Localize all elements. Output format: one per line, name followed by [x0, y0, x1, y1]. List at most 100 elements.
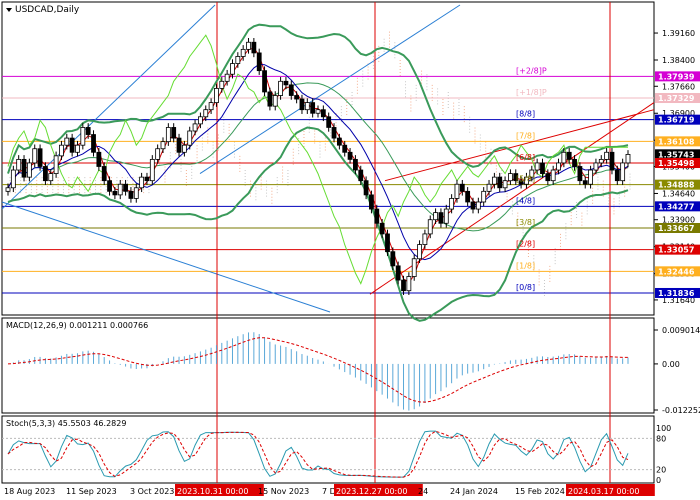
candle-body	[502, 180, 508, 189]
macd-panel	[1, 317, 655, 414]
price-badge-label: 1.34277	[658, 202, 694, 211]
candle-body	[336, 137, 342, 146]
candle-body	[288, 84, 294, 96]
candle-body	[449, 198, 455, 210]
candle-body	[272, 95, 278, 107]
candle-body	[374, 208, 380, 224]
candle-body	[390, 251, 396, 267]
candle-body	[358, 169, 364, 182]
candle-body	[21, 158, 27, 178]
candle-body	[37, 148, 43, 167]
candle-body	[80, 127, 86, 146]
candle-body	[331, 127, 337, 139]
candle-body	[176, 137, 182, 153]
candle-body	[32, 148, 38, 164]
time-tick-label: 15 Feb 2024	[515, 487, 565, 496]
candle-body	[299, 98, 305, 111]
stoch-tick-label: 20	[656, 466, 666, 475]
candle-body	[508, 173, 513, 182]
candle-body	[369, 194, 374, 210]
price-badge-label: 1.32446	[658, 267, 695, 276]
candle-body	[609, 151, 615, 171]
price-badge-label: 1.31836	[658, 289, 695, 298]
stoch-title: Stoch(5,3,3) 45.5503 46.2829	[6, 419, 126, 428]
time-tick-label: 2024.03.17 00:00	[568, 487, 639, 496]
murrey-label: [+2/8]P	[516, 66, 547, 75]
candle-body	[187, 130, 193, 146]
time-tick-label: 11 Sep 2023	[66, 487, 117, 496]
candle-body	[379, 222, 385, 235]
candle-body	[614, 169, 620, 182]
macd-tick-label: 0.009014	[662, 326, 700, 335]
price-badge-label: 1.37329	[658, 94, 695, 103]
time-tick-label: 15 Nov 2023	[258, 487, 309, 496]
candle-body	[363, 180, 369, 196]
candle-body	[64, 137, 70, 146]
candle-body	[240, 48, 246, 57]
murrey-label: [6/8]	[516, 153, 535, 162]
price-tick-label: 1.34640	[662, 189, 695, 198]
candle-body	[491, 176, 497, 185]
candle-body	[230, 63, 235, 75]
candle-body	[454, 183, 460, 199]
price-badge-label: 1.35743	[658, 150, 694, 159]
candle-body	[550, 169, 556, 182]
symbol-title: USDCAD,Daily	[15, 5, 80, 15]
candle-body	[497, 176, 503, 189]
candle-body	[395, 265, 401, 281]
macd-tick-label: -0.012252	[662, 406, 700, 415]
candle-body	[342, 144, 348, 153]
murrey-label: [8/8]	[516, 110, 535, 119]
candle-body	[26, 162, 32, 178]
stoch-tick-label: 100	[656, 424, 671, 433]
candle-body	[427, 219, 433, 235]
candle-body	[53, 155, 59, 174]
candle-body	[593, 162, 599, 171]
candle-body	[69, 137, 75, 153]
candle-body	[417, 244, 422, 260]
time-tick-label: 2023.10.31 00:00	[177, 487, 248, 496]
candle-body	[401, 279, 406, 292]
murrey-label: [0/8]	[516, 283, 535, 292]
candle-body	[304, 102, 310, 111]
murrey-label: [7/8]	[516, 131, 535, 140]
candle-body	[625, 154, 631, 164]
candle-body	[561, 151, 567, 164]
candle-body	[411, 258, 417, 277]
candle-body	[582, 180, 588, 185]
candle-body	[48, 173, 54, 182]
time-tick-label: 24 Jan 2024	[450, 487, 498, 496]
candle-body	[224, 73, 230, 82]
time-tick-label: 7 D	[322, 487, 336, 496]
time-tick-label: 18 Aug 2023	[4, 487, 55, 496]
candle-body	[475, 201, 481, 210]
candle-body	[443, 208, 449, 224]
candle-body	[310, 102, 316, 114]
candle-body	[208, 102, 214, 111]
candle-body	[251, 41, 257, 54]
candle-body	[262, 70, 267, 93]
price-badge-label: 1.36719	[658, 116, 695, 125]
price-badge-label: 1.36108	[658, 137, 695, 146]
candle-body	[486, 183, 492, 192]
price-tick-label: 1.38400	[662, 56, 695, 65]
candle-body	[128, 190, 134, 199]
candle-body	[59, 144, 64, 157]
candle-body	[10, 169, 16, 189]
candle-body	[438, 212, 444, 224]
candle-body	[203, 109, 209, 118]
murrey-label: [2/8]	[516, 240, 535, 249]
candle-body	[16, 158, 22, 171]
candle-body	[326, 116, 332, 128]
candle-body	[181, 144, 187, 153]
price-badge-label: 1.35498	[658, 159, 695, 168]
candle-body	[139, 176, 145, 189]
candle-body	[545, 173, 551, 182]
candle-body	[572, 158, 577, 167]
price-badge-label: 1.34888	[658, 181, 695, 190]
candle-body	[155, 148, 161, 160]
macd-tick-label: 0.00	[662, 360, 680, 369]
candle-body	[165, 127, 171, 143]
price-tick-label: 1.39160	[662, 29, 695, 38]
price-badge-label: 1.33667	[658, 224, 694, 233]
